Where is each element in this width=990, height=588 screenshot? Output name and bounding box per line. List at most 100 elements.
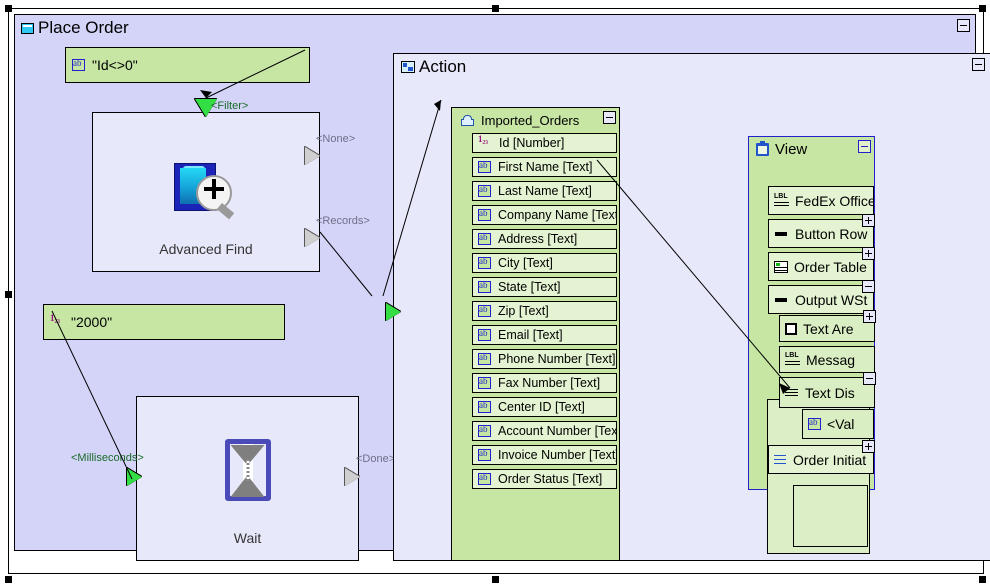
view-item-label: Text Dis bbox=[805, 384, 855, 401]
label-icon bbox=[785, 352, 800, 366]
selection-handle-s[interactable] bbox=[492, 576, 499, 583]
wait-node[interactable]: Wait bbox=[136, 396, 359, 561]
advanced-find-label: Advanced Find bbox=[159, 241, 253, 257]
view-item-expander-button[interactable] bbox=[862, 214, 875, 227]
string-type-icon bbox=[478, 256, 491, 269]
advanced-find-records-port-label: <Records> bbox=[316, 215, 370, 227]
string-type-icon bbox=[808, 417, 821, 430]
advanced-find-records-port[interactable] bbox=[305, 229, 320, 247]
checkbox-icon bbox=[785, 322, 797, 335]
imported-orders-field[interactable]: First Name [Text] bbox=[472, 157, 617, 177]
imported-orders-field[interactable]: Order Status [Text] bbox=[472, 469, 617, 489]
view-title-label: View bbox=[775, 141, 808, 158]
diagram-canvas[interactable]: Place Order "Id<>0" Advanced Find <Filte… bbox=[0, 0, 990, 588]
wait-milliseconds-port[interactable] bbox=[127, 468, 142, 486]
imported-orders-field-label: City [Text] bbox=[498, 256, 553, 270]
view-item-expander-button[interactable] bbox=[863, 372, 876, 385]
action-title-label: Action bbox=[419, 57, 467, 76]
view-item-label: Text Are bbox=[803, 320, 854, 337]
advanced-find-none-port-label: <None> bbox=[316, 133, 356, 145]
imported-orders-field[interactable]: Company Name [Text] bbox=[472, 205, 617, 225]
action-title: Action bbox=[401, 57, 466, 77]
imported-orders-field[interactable]: Invoice Number [Text] bbox=[472, 445, 617, 465]
imported-orders-field[interactable]: Email [Text] bbox=[472, 325, 617, 345]
label-icon bbox=[774, 193, 789, 207]
imported-orders-field-label: Order Status [Text] bbox=[498, 472, 603, 486]
imported-orders-field[interactable]: Phone Number [Text] bbox=[472, 349, 617, 369]
view-item[interactable]: Output WSt bbox=[768, 285, 874, 314]
view-item-expander-button[interactable] bbox=[862, 247, 875, 260]
imported-orders-field-label: Last Name [Text] bbox=[498, 184, 592, 198]
selection-handle-sw[interactable] bbox=[5, 576, 12, 583]
wait-done-port-label: <Done> bbox=[356, 453, 396, 465]
place-order-container[interactable]: Place Order "Id<>0" Advanced Find <Filte… bbox=[14, 14, 990, 561]
advanced-find-none-port[interactable] bbox=[305, 147, 320, 165]
advanced-find-filter-port-label: <Filter> bbox=[211, 100, 249, 112]
view-item-label: FedEx Office bbox=[795, 192, 874, 209]
view-item[interactable]: FedEx Office bbox=[768, 186, 874, 215]
imported-orders-field-label: Email [Text] bbox=[498, 328, 563, 342]
imported-orders-field[interactable]: Fax Number [Text] bbox=[472, 373, 617, 393]
grid-icon bbox=[774, 260, 788, 273]
view-item-label: Order Table bbox=[794, 258, 867, 275]
string-type-icon bbox=[478, 376, 491, 389]
view-header: View bbox=[756, 141, 807, 158]
advanced-find-node[interactable]: Advanced Find bbox=[92, 112, 320, 272]
string-type-icon bbox=[478, 232, 491, 245]
hourglass-icon bbox=[219, 435, 277, 509]
view-item-expander-button[interactable] bbox=[862, 280, 875, 293]
place-order-collapse-button[interactable] bbox=[957, 19, 970, 32]
view-item[interactable]: Order Table bbox=[768, 252, 874, 281]
filter-expression-box[interactable]: "Id<>0" bbox=[65, 47, 310, 83]
view-item[interactable]: Order Initiat bbox=[768, 445, 874, 474]
imported-orders-field-label: Fax Number [Text] bbox=[498, 376, 601, 390]
imported-orders-field[interactable]: State [Text] bbox=[472, 277, 617, 297]
imported-orders-field-label: Id [Number] bbox=[499, 136, 565, 150]
imported-orders-field[interactable]: Zip [Text] bbox=[472, 301, 617, 321]
imported-orders-field[interactable]: City [Text] bbox=[472, 253, 617, 273]
view-item[interactable]: Text Dis bbox=[779, 377, 875, 408]
imported-orders-field[interactable]: Last Name [Text] bbox=[472, 181, 617, 201]
string-type-icon bbox=[72, 58, 85, 71]
selection-handle-n[interactable] bbox=[492, 5, 499, 12]
imported-orders-field-label: Account Number [Text] bbox=[498, 424, 617, 438]
imported-orders-group[interactable]: Imported_Orders Id [Number] First Name [T… bbox=[451, 107, 620, 561]
string-type-icon bbox=[478, 448, 491, 461]
window-icon bbox=[21, 22, 34, 34]
imported-orders-field[interactable]: Center ID [Text] bbox=[472, 397, 617, 417]
view-item[interactable]: <Val bbox=[802, 409, 874, 439]
selection-handle-ne[interactable] bbox=[979, 5, 986, 12]
string-type-icon bbox=[478, 328, 491, 341]
string-type-icon bbox=[478, 208, 491, 221]
view-panel[interactable]: View FedEx Office Button Row Order Table Ou… bbox=[748, 136, 876, 554]
milliseconds-expression-box[interactable]: "2000" bbox=[43, 304, 285, 340]
string-type-icon bbox=[478, 352, 491, 365]
imported-orders-field[interactable]: Id [Number] bbox=[472, 133, 617, 153]
imported-orders-header: Imported_Orders bbox=[460, 113, 579, 128]
action-input-port[interactable] bbox=[386, 303, 401, 321]
wait-done-port[interactable] bbox=[345, 468, 360, 486]
text-display-icon bbox=[785, 387, 799, 399]
view-collapse-button[interactable] bbox=[858, 140, 871, 153]
action-collapse-button[interactable] bbox=[972, 58, 985, 71]
selection-handle-se[interactable] bbox=[979, 576, 986, 583]
view-item-label: Messag bbox=[806, 351, 856, 368]
advanced-find-icon bbox=[170, 157, 242, 225]
view-item-label: Order Initiat bbox=[793, 451, 867, 468]
action-container[interactable]: Action Imported_Orders Id [Number] First … bbox=[386, 53, 990, 561]
milliseconds-expression-text: "2000" bbox=[71, 314, 113, 330]
view-item[interactable]: Messag bbox=[779, 346, 875, 373]
view-item[interactable]: Button Row bbox=[768, 219, 874, 248]
imported-orders-collapse-button[interactable] bbox=[603, 111, 616, 124]
view-item-expander-button[interactable] bbox=[862, 440, 875, 453]
imported-orders-field[interactable]: Account Number [Text] bbox=[472, 421, 617, 441]
view-item[interactable]: Text Are bbox=[779, 315, 875, 342]
string-type-icon bbox=[478, 424, 491, 437]
selection-handle-nw[interactable] bbox=[5, 5, 12, 12]
view-item-expander-button[interactable] bbox=[863, 310, 876, 323]
imported-orders-field[interactable]: Address [Text] bbox=[472, 229, 617, 249]
selection-handle-w[interactable] bbox=[5, 291, 12, 298]
imported-orders-field-label: Zip [Text] bbox=[498, 304, 549, 318]
string-type-icon bbox=[478, 304, 491, 317]
string-type-icon bbox=[478, 160, 491, 173]
